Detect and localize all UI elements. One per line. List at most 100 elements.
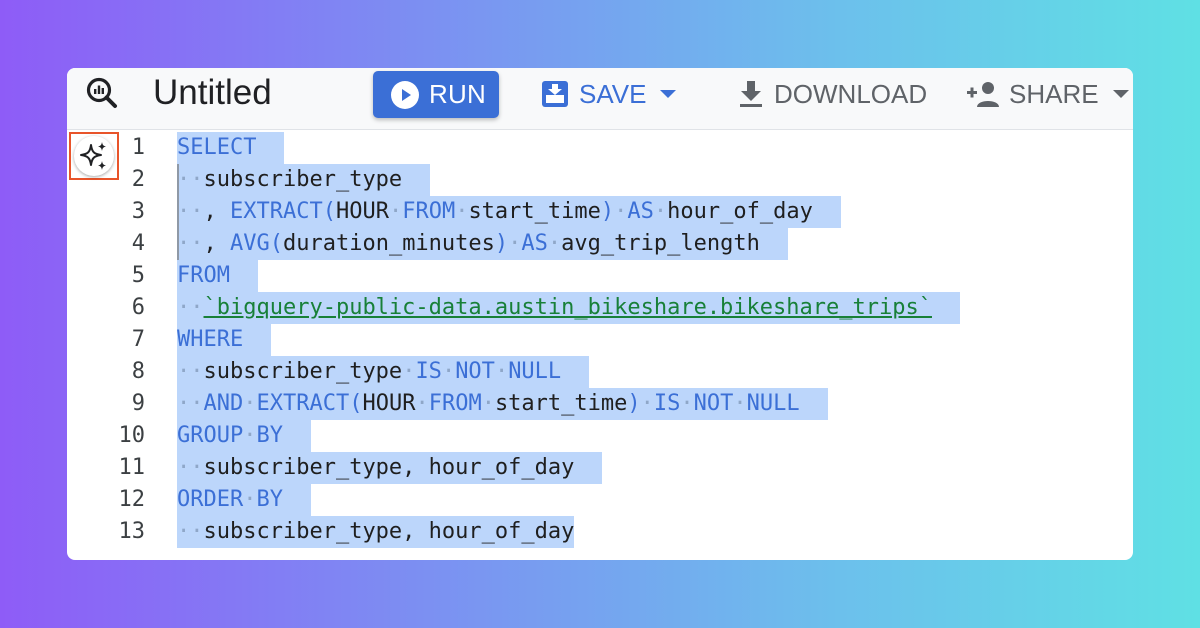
line-number: 2	[131, 167, 145, 192]
toolbar: Untitled RUN SAVE DOWNLOAD SHARE	[67, 68, 1133, 130]
run-button[interactable]: RUN	[373, 71, 499, 118]
line-number: 4	[131, 231, 145, 256]
whitespace-marker: ·	[402, 359, 416, 384]
download-button[interactable]: DOWNLOAD	[738, 76, 927, 112]
sql-keyword: FROM	[402, 199, 456, 224]
code-line[interactable]: 7 WHERE	[67, 324, 1133, 356]
whitespace-marker: ·	[680, 391, 694, 416]
whitespace-marker: ·	[494, 359, 509, 384]
sql-keyword: GROUP	[177, 423, 244, 448]
whitespace-marker: ·	[415, 391, 429, 416]
whitespace-marker: ·	[614, 199, 628, 224]
sql-keyword: NULL	[746, 391, 800, 416]
identifier: subscriber_type	[203, 167, 403, 192]
caret-down-icon	[660, 90, 677, 98]
sql-keyword: IS	[415, 359, 442, 384]
whitespace-marker: ··	[177, 455, 204, 480]
sql-keyword: FROM	[428, 391, 482, 416]
code-text: ··`bigquery-public-data.austin_bikeshare…	[177, 292, 960, 324]
sql-keyword: NULL	[508, 359, 562, 384]
sql-keyword: BY	[256, 423, 283, 448]
whitespace-marker: ·	[640, 391, 654, 416]
share-button-label: SHARE	[1009, 78, 1099, 109]
sql-keyword: ORDER	[177, 487, 244, 512]
sql-keyword: BY	[256, 487, 283, 512]
code-line[interactable]: 10 GROUP·BY	[67, 420, 1133, 452]
whitespace-marker: ·	[243, 391, 257, 416]
share-button[interactable]: SHARE	[967, 76, 1129, 112]
whitespace-marker: ··	[177, 391, 204, 416]
code-text: FROM	[177, 260, 258, 292]
identifier: subscriber_type	[203, 359, 403, 384]
line-number: 9	[131, 391, 145, 416]
query-title[interactable]: Untitled	[153, 73, 272, 113]
line-number: 3	[131, 199, 145, 224]
code-text: ··, AVG(duration_minutes)·AS·avg_trip_le…	[177, 228, 788, 260]
code-text: WHERE	[177, 324, 272, 356]
save-button[interactable]: SAVE	[541, 76, 677, 112]
sql-keyword: SELECT	[177, 135, 257, 160]
line-number: 13	[118, 519, 146, 544]
indent-guide	[177, 228, 179, 260]
sql-keyword: AVG(	[230, 231, 283, 256]
code-line[interactable]: 2 ··subscriber_type	[67, 164, 1133, 196]
identifier: hour_of_day	[428, 455, 575, 480]
code-text: GROUP·BY	[177, 420, 311, 452]
indent-guide	[177, 164, 179, 196]
sql-code-editor[interactable]: 1 SELECT 2 ··subscriber_type 3 ··, EXTRACT(HO…	[67, 132, 1133, 548]
line-number: 10	[118, 423, 146, 448]
code-line[interactable]: 9 ··AND·EXTRACT(HOUR·FROM·start_time)·IS·…	[67, 388, 1133, 420]
sql-keyword: )	[627, 391, 641, 416]
code-line[interactable]: 6 ··`bigquery-public-data.austin_bikeshar…	[67, 292, 1133, 324]
sql-keyword: IS	[653, 391, 681, 416]
whitespace-marker: ··	[177, 519, 204, 544]
whitespace-marker: ·	[733, 391, 747, 416]
sql-keyword: NOT	[455, 359, 495, 384]
line-number: 11	[118, 455, 146, 480]
code-text: ··subscriber_type, hour_of_day	[177, 516, 575, 548]
sql-keyword: EXTRACT(	[230, 199, 336, 224]
code-text: ··subscriber_type·IS·NOT·NULL	[177, 356, 590, 388]
code-line[interactable]: 1 SELECT	[67, 132, 1133, 164]
sql-keyword: FROM	[177, 263, 230, 288]
line-number: 6	[131, 295, 145, 320]
identifier: start_time	[468, 199, 601, 224]
identifier: avg_trip_length	[561, 231, 760, 256]
whitespace-marker: ··	[177, 295, 204, 320]
sql-keyword: )	[494, 231, 509, 256]
whitespace-marker: ·	[455, 199, 469, 224]
code-line[interactable]: 11 ··subscriber_type, hour_of_day	[67, 452, 1133, 484]
person-add-icon	[967, 82, 999, 107]
identifier: start_time	[494, 391, 628, 416]
sql-keyword: )	[600, 199, 615, 224]
code-line[interactable]: 5 FROM	[67, 260, 1133, 292]
whitespace-marker: ·	[243, 423, 257, 448]
download-button-label: DOWNLOAD	[774, 78, 928, 109]
save-icon	[542, 81, 568, 107]
bigquery-magnifier-icon	[86, 77, 117, 108]
code-line[interactable]: 4 ··, AVG(duration_minutes)·AS·avg_trip_l…	[67, 228, 1133, 260]
sql-keyword: NOT	[693, 391, 734, 416]
sql-keyword: AS	[627, 199, 654, 224]
caret-down-icon	[1112, 90, 1129, 98]
whitespace-marker: ··	[177, 231, 204, 256]
identifier: HOUR	[362, 391, 416, 416]
code-line[interactable]: 8 ··subscriber_type·IS·NOT·NULL	[67, 356, 1133, 388]
whitespace-marker: ··	[177, 167, 204, 192]
code-line[interactable]: 12 ORDER·BY	[67, 484, 1133, 516]
sql-keyword: WHERE	[177, 327, 244, 352]
identifier: hour_of_day	[428, 519, 575, 544]
code-text: SELECT	[177, 132, 285, 164]
download-icon	[740, 81, 762, 107]
line-number: 5	[131, 263, 145, 288]
identifier: subscriber_type,	[203, 455, 429, 480]
sql-keyword: AND	[203, 391, 244, 416]
whitespace-marker: ·	[653, 199, 668, 224]
code-text: ··, EXTRACT(HOUR·FROM·start_time)·AS·hou…	[177, 196, 841, 228]
bigquery-editor-window: Untitled RUN SAVE DOWNLOAD SHARE 1 SELEC…	[67, 68, 1133, 560]
code-text: ··subscriber_type, hour_of_day	[177, 452, 603, 484]
whitespace-marker: ·	[547, 231, 562, 256]
code-line[interactable]: 13 ··subscriber_type, hour_of_day	[67, 516, 1133, 548]
code-line[interactable]: 3 ··, EXTRACT(HOUR·FROM·start_time)·AS·ho…	[67, 196, 1133, 228]
code-text: ··AND·EXTRACT(HOUR·FROM·start_time)·IS·N…	[177, 388, 828, 420]
